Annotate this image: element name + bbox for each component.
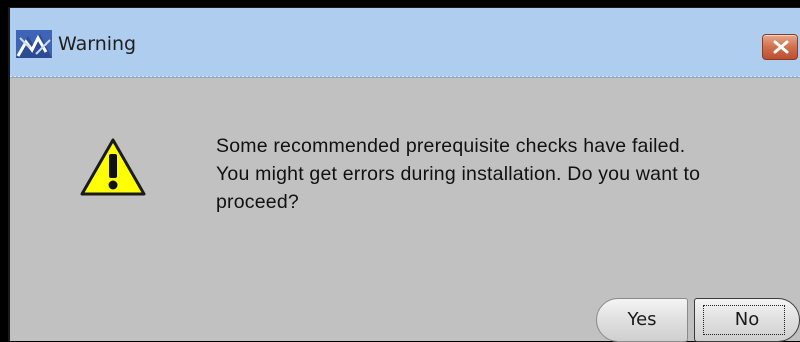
yes-button[interactable]: Yes (596, 298, 688, 342)
message-line: proceed? (216, 191, 299, 213)
warning-dialog: Warning Some recommended prerequisite ch… (8, 7, 800, 342)
window-title: Warning (58, 33, 137, 55)
no-button-label: No (734, 309, 760, 330)
message-line: You might get errors during installation… (216, 163, 701, 185)
no-button[interactable]: No (694, 298, 800, 342)
yes-button-label: Yes (627, 309, 657, 330)
message-line: Some recommended prerequisite checks hav… (216, 135, 686, 157)
close-button[interactable] (762, 34, 798, 60)
warning-triangle-icon (78, 136, 148, 198)
installer-logo-icon (16, 30, 52, 58)
title-bar[interactable]: Warning (10, 8, 800, 78)
warning-message: Some recommended prerequisite checks hav… (216, 132, 800, 216)
